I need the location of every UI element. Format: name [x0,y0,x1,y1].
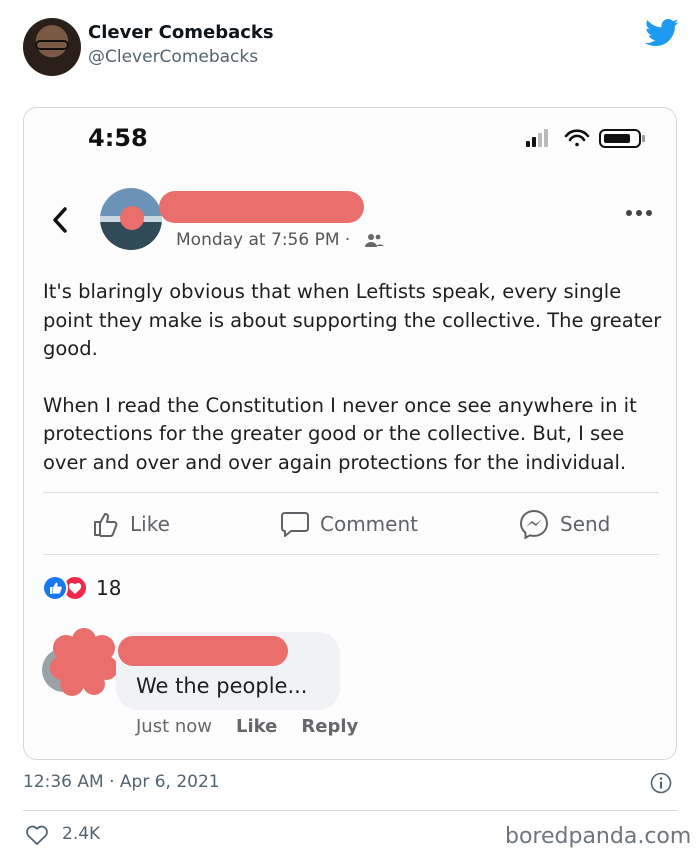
tweet-timestamp[interactable]: 12:36 AM · Apr 6, 2021 [23,772,220,792]
comment-time: Just now [136,716,213,737]
twitter-bird-icon[interactable] [645,18,679,48]
divider [23,810,677,811]
user-handle[interactable]: @CleverComebacks [88,47,258,67]
status-bar-time: 4:58 [88,124,148,152]
reaction-summary[interactable]: 18 [42,573,121,603]
battery-icon [599,129,645,148]
comment-text: We the people... [136,674,308,698]
status-bar-icons [526,129,645,148]
friends-audience-icon [365,234,384,247]
send-button[interactable]: Send [518,506,610,542]
comment-actions: Just now Like Reply [136,716,382,737]
like-count[interactable]: 2.4K [62,824,100,844]
avatar[interactable] [23,18,81,76]
redacted-avatar-mark [120,206,144,230]
send-button-label: Send [560,512,611,536]
post-timestamp[interactable]: Monday at 7:56 PM · [176,230,350,250]
like-button[interactable]: Like [92,506,170,542]
comment-button-label: Comment [320,512,418,536]
wifi-icon [564,129,590,147]
back-arrow-icon[interactable] [50,206,70,234]
like-button-label: Like [130,512,170,536]
tweet-header: Clever Comebacks @CleverComebacks [0,0,700,96]
redacted-poster-name [159,191,364,223]
glasses-detail [35,40,69,50]
heart-icon[interactable] [25,824,49,846]
comment-bubble-icon [281,512,309,537]
thumbs-up-icon [94,513,118,537]
watermark: boredpanda.com [505,824,692,849]
more-options-icon[interactable] [624,208,654,218]
messenger-icon [519,509,549,540]
redacted-commenter-name [118,636,288,666]
signal-icon [526,129,548,147]
comment-button[interactable]: Comment [280,506,418,542]
divider [43,554,659,555]
comment-like-link[interactable]: Like [236,716,277,737]
divider [43,492,659,493]
embedded-screenshot[interactable]: 4:58 Monday at 7:56 PM · It's blaringly … [23,107,677,760]
post-body: It's blaringly obvious that when Leftist… [43,278,663,505]
info-icon[interactable] [650,772,672,794]
reaction-count: 18 [96,576,122,600]
redacted-commenter-avatar [50,628,118,696]
display-name[interactable]: Clever Comebacks [88,22,274,43]
post-paragraph: It's blaringly obvious that when Leftist… [43,280,662,360]
comment-reply-link[interactable]: Reply [301,716,358,737]
like-reaction-icon [42,575,68,601]
post-paragraph: When I read the Constitution I never onc… [43,393,637,474]
